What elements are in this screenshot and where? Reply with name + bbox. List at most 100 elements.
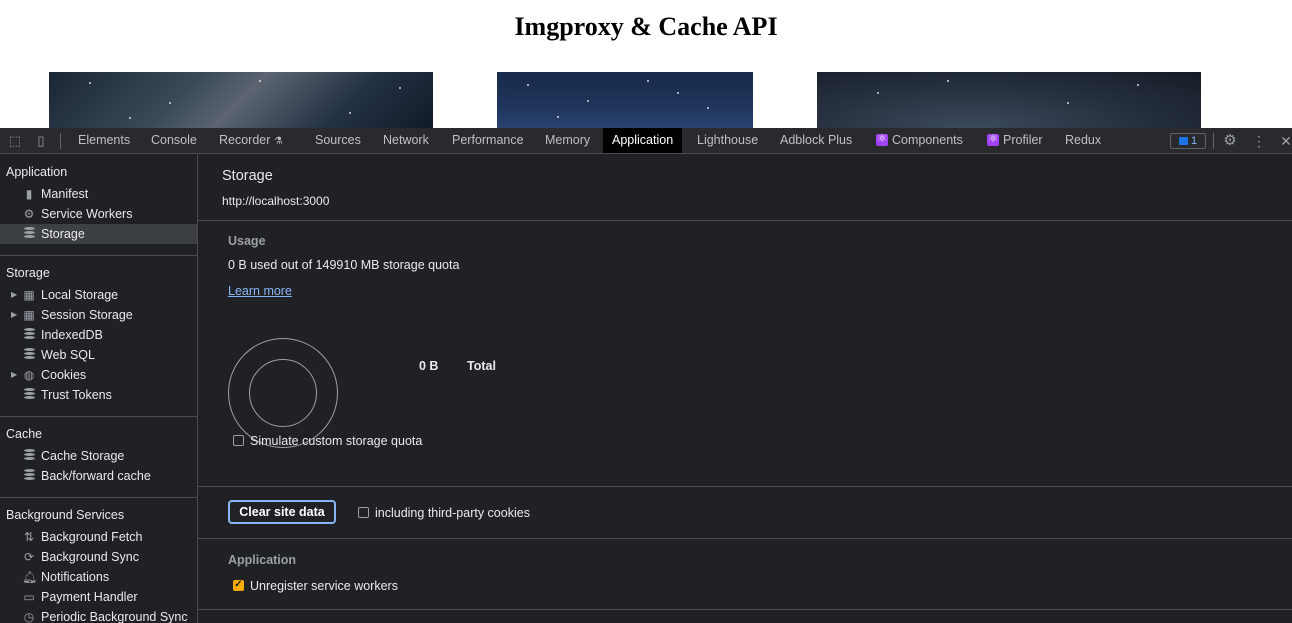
toolbar-divider bbox=[60, 133, 61, 149]
gallery-image-star-trails bbox=[817, 72, 1201, 128]
device-toolbar-icon[interactable]: ▯ bbox=[33, 133, 49, 149]
sidebar-section-background-services: Background Services bbox=[6, 508, 125, 522]
sidebar-divider bbox=[0, 497, 197, 498]
tab-redux[interactable]: Redux bbox=[1056, 128, 1110, 153]
expand-arrow-icon[interactable]: ▶ bbox=[11, 365, 19, 385]
pane-title: Storage bbox=[222, 168, 273, 184]
grid-icon: ▦ bbox=[23, 308, 35, 322]
section-divider bbox=[198, 486, 1292, 487]
settings-gear-icon[interactable]: ⚙ bbox=[1222, 133, 1238, 149]
tab-recorder[interactable]: Recorder ⚗ bbox=[210, 128, 292, 153]
issues-badge[interactable]: 1 bbox=[1170, 133, 1206, 149]
sidebar-section-storage: Storage bbox=[6, 266, 50, 280]
sidebar-item-notifications[interactable]: 🔔︎ Notifications bbox=[0, 567, 197, 587]
sidebar-item-payment-handler[interactable]: ▭ Payment Handler bbox=[0, 587, 197, 607]
expand-arrow-icon[interactable]: ▶ bbox=[11, 285, 19, 305]
tab-console[interactable]: Console bbox=[142, 128, 206, 153]
devtools-panel: ⬚ ▯ Elements Console Recorder ⚗ Sources … bbox=[0, 128, 1292, 623]
sync-icon: ⟳ bbox=[23, 550, 35, 564]
sidebar-item-local-storage[interactable]: ▶ ▦ Local Storage bbox=[0, 285, 197, 305]
third-party-cookies-checkbox[interactable] bbox=[358, 507, 369, 518]
clear-site-data-button[interactable]: Clear site data bbox=[228, 500, 336, 524]
tab-profiler[interactable]: Profiler bbox=[978, 128, 1052, 153]
learn-more-link[interactable]: Learn more bbox=[228, 284, 292, 298]
gear-icon: ⚙ bbox=[23, 207, 35, 221]
storage-pane: Storage http://localhost:3000 Usage 0 B … bbox=[198, 154, 1292, 623]
sidebar-item-label: Trust Tokens bbox=[41, 388, 112, 402]
sidebar-item-label: Session Storage bbox=[41, 308, 133, 322]
sidebar-item-label: Local Storage bbox=[41, 288, 119, 302]
grid-icon: ▦ bbox=[23, 288, 35, 302]
unregister-sw-checkbox[interactable] bbox=[233, 578, 244, 592]
issues-icon bbox=[1178, 137, 1188, 145]
unregister-sw-label: Unregister service workers bbox=[250, 579, 398, 593]
close-devtools-icon[interactable]: ✕ bbox=[1278, 133, 1292, 149]
expand-arrow-icon[interactable]: ▶ bbox=[11, 305, 19, 325]
sidebar-item-trust-tokens[interactable]: Trust Tokens bbox=[0, 385, 197, 405]
sidebar-item-label: IndexedDB bbox=[41, 328, 103, 342]
page-viewport: Imgproxy & Cache API bbox=[0, 0, 1292, 128]
database-icon bbox=[22, 227, 36, 241]
tab-sources[interactable]: Sources bbox=[306, 128, 370, 153]
flask-icon: ⚗ bbox=[273, 136, 283, 147]
tab-performance[interactable]: Performance bbox=[443, 128, 533, 153]
sidebar-item-periodic-background-sync[interactable]: ◷ Periodic Background Sync bbox=[0, 607, 197, 623]
database-icon bbox=[22, 449, 36, 463]
tab-memory[interactable]: Memory bbox=[536, 128, 599, 153]
sidebar-item-label: Back/forward cache bbox=[41, 469, 151, 483]
updown-arrows-icon: ⇅ bbox=[23, 530, 35, 544]
inspect-element-icon[interactable]: ⬚ bbox=[7, 133, 23, 149]
sidebar-item-label: Notifications bbox=[41, 570, 110, 584]
simulate-quota-label: Simulate custom storage quota bbox=[250, 434, 423, 448]
sidebar-item-label: Background Sync bbox=[41, 550, 139, 564]
sidebar-divider bbox=[0, 416, 197, 417]
sidebar-item-label: Service Workers bbox=[41, 207, 133, 221]
sidebar-item-cookies[interactable]: ▶ ◍ Cookies bbox=[0, 365, 197, 385]
sidebar-item-cache-storage[interactable]: Cache Storage bbox=[0, 446, 197, 466]
sidebar-item-label: Web SQL bbox=[41, 348, 95, 362]
clock-icon: ◷ bbox=[23, 610, 35, 623]
react-icon bbox=[876, 132, 888, 146]
cookie-icon: ◍ bbox=[23, 368, 35, 382]
application-heading: Application bbox=[228, 553, 297, 567]
sidebar-divider bbox=[0, 255, 197, 256]
tab-adblock-plus[interactable]: Adblock Plus bbox=[771, 128, 861, 153]
sidebar-item-session-storage[interactable]: ▶ ▦ Session Storage bbox=[0, 305, 197, 325]
usage-heading: Usage bbox=[228, 234, 266, 248]
react-icon bbox=[987, 132, 999, 146]
sidebar-section-cache: Cache bbox=[6, 427, 43, 441]
tab-lighthouse[interactable]: Lighthouse bbox=[688, 128, 767, 153]
sidebar-item-label: Periodic Background Sync bbox=[41, 610, 188, 623]
tab-network[interactable]: Network bbox=[374, 128, 438, 153]
sidebar-item-label: Cookies bbox=[41, 368, 87, 382]
more-options-icon[interactable]: ⋮ bbox=[1251, 133, 1267, 149]
sidebar-item-service-workers[interactable]: ⚙ Service Workers bbox=[0, 204, 197, 224]
database-icon bbox=[22, 328, 36, 342]
section-divider bbox=[198, 538, 1292, 539]
third-party-cookies-label: including third-party cookies bbox=[375, 506, 530, 520]
card-icon: ▭ bbox=[23, 590, 35, 604]
sidebar-item-web-sql[interactable]: Web SQL bbox=[0, 345, 197, 365]
bell-icon: 🔔︎ bbox=[22, 570, 38, 584]
sidebar-item-back-forward-cache[interactable]: Back/forward cache bbox=[0, 466, 197, 486]
sidebar-item-storage[interactable]: Storage bbox=[0, 224, 197, 244]
sidebar-item-manifest[interactable]: ▮ Manifest bbox=[0, 184, 197, 204]
sidebar-item-label: Cache Storage bbox=[41, 449, 125, 463]
sidebar-item-background-sync[interactable]: ⟳ Background Sync bbox=[0, 547, 197, 567]
sidebar-item-indexeddb[interactable]: IndexedDB bbox=[0, 325, 197, 345]
toolbar-divider bbox=[1213, 133, 1214, 149]
sidebar-section-application: Application bbox=[6, 165, 68, 179]
usage-text: 0 B used out of 149910 MB storage quota bbox=[228, 258, 460, 272]
tab-profiler-label: Profiler bbox=[1003, 133, 1043, 147]
usage-pie-chart-hole bbox=[249, 359, 317, 427]
tab-components[interactable]: Components bbox=[867, 128, 972, 153]
simulate-quota-checkbox[interactable] bbox=[233, 435, 244, 446]
total-usage-value: 0 B bbox=[419, 359, 439, 373]
file-icon: ▮ bbox=[25, 187, 33, 201]
tab-elements[interactable]: Elements bbox=[69, 128, 139, 153]
sidebar-item-label: Background Fetch bbox=[41, 530, 143, 544]
sidebar-item-background-fetch[interactable]: ⇅ Background Fetch bbox=[0, 527, 197, 547]
database-icon bbox=[22, 348, 36, 362]
tab-application[interactable]: Application bbox=[603, 128, 683, 153]
gallery-image-milky-way bbox=[49, 72, 433, 128]
